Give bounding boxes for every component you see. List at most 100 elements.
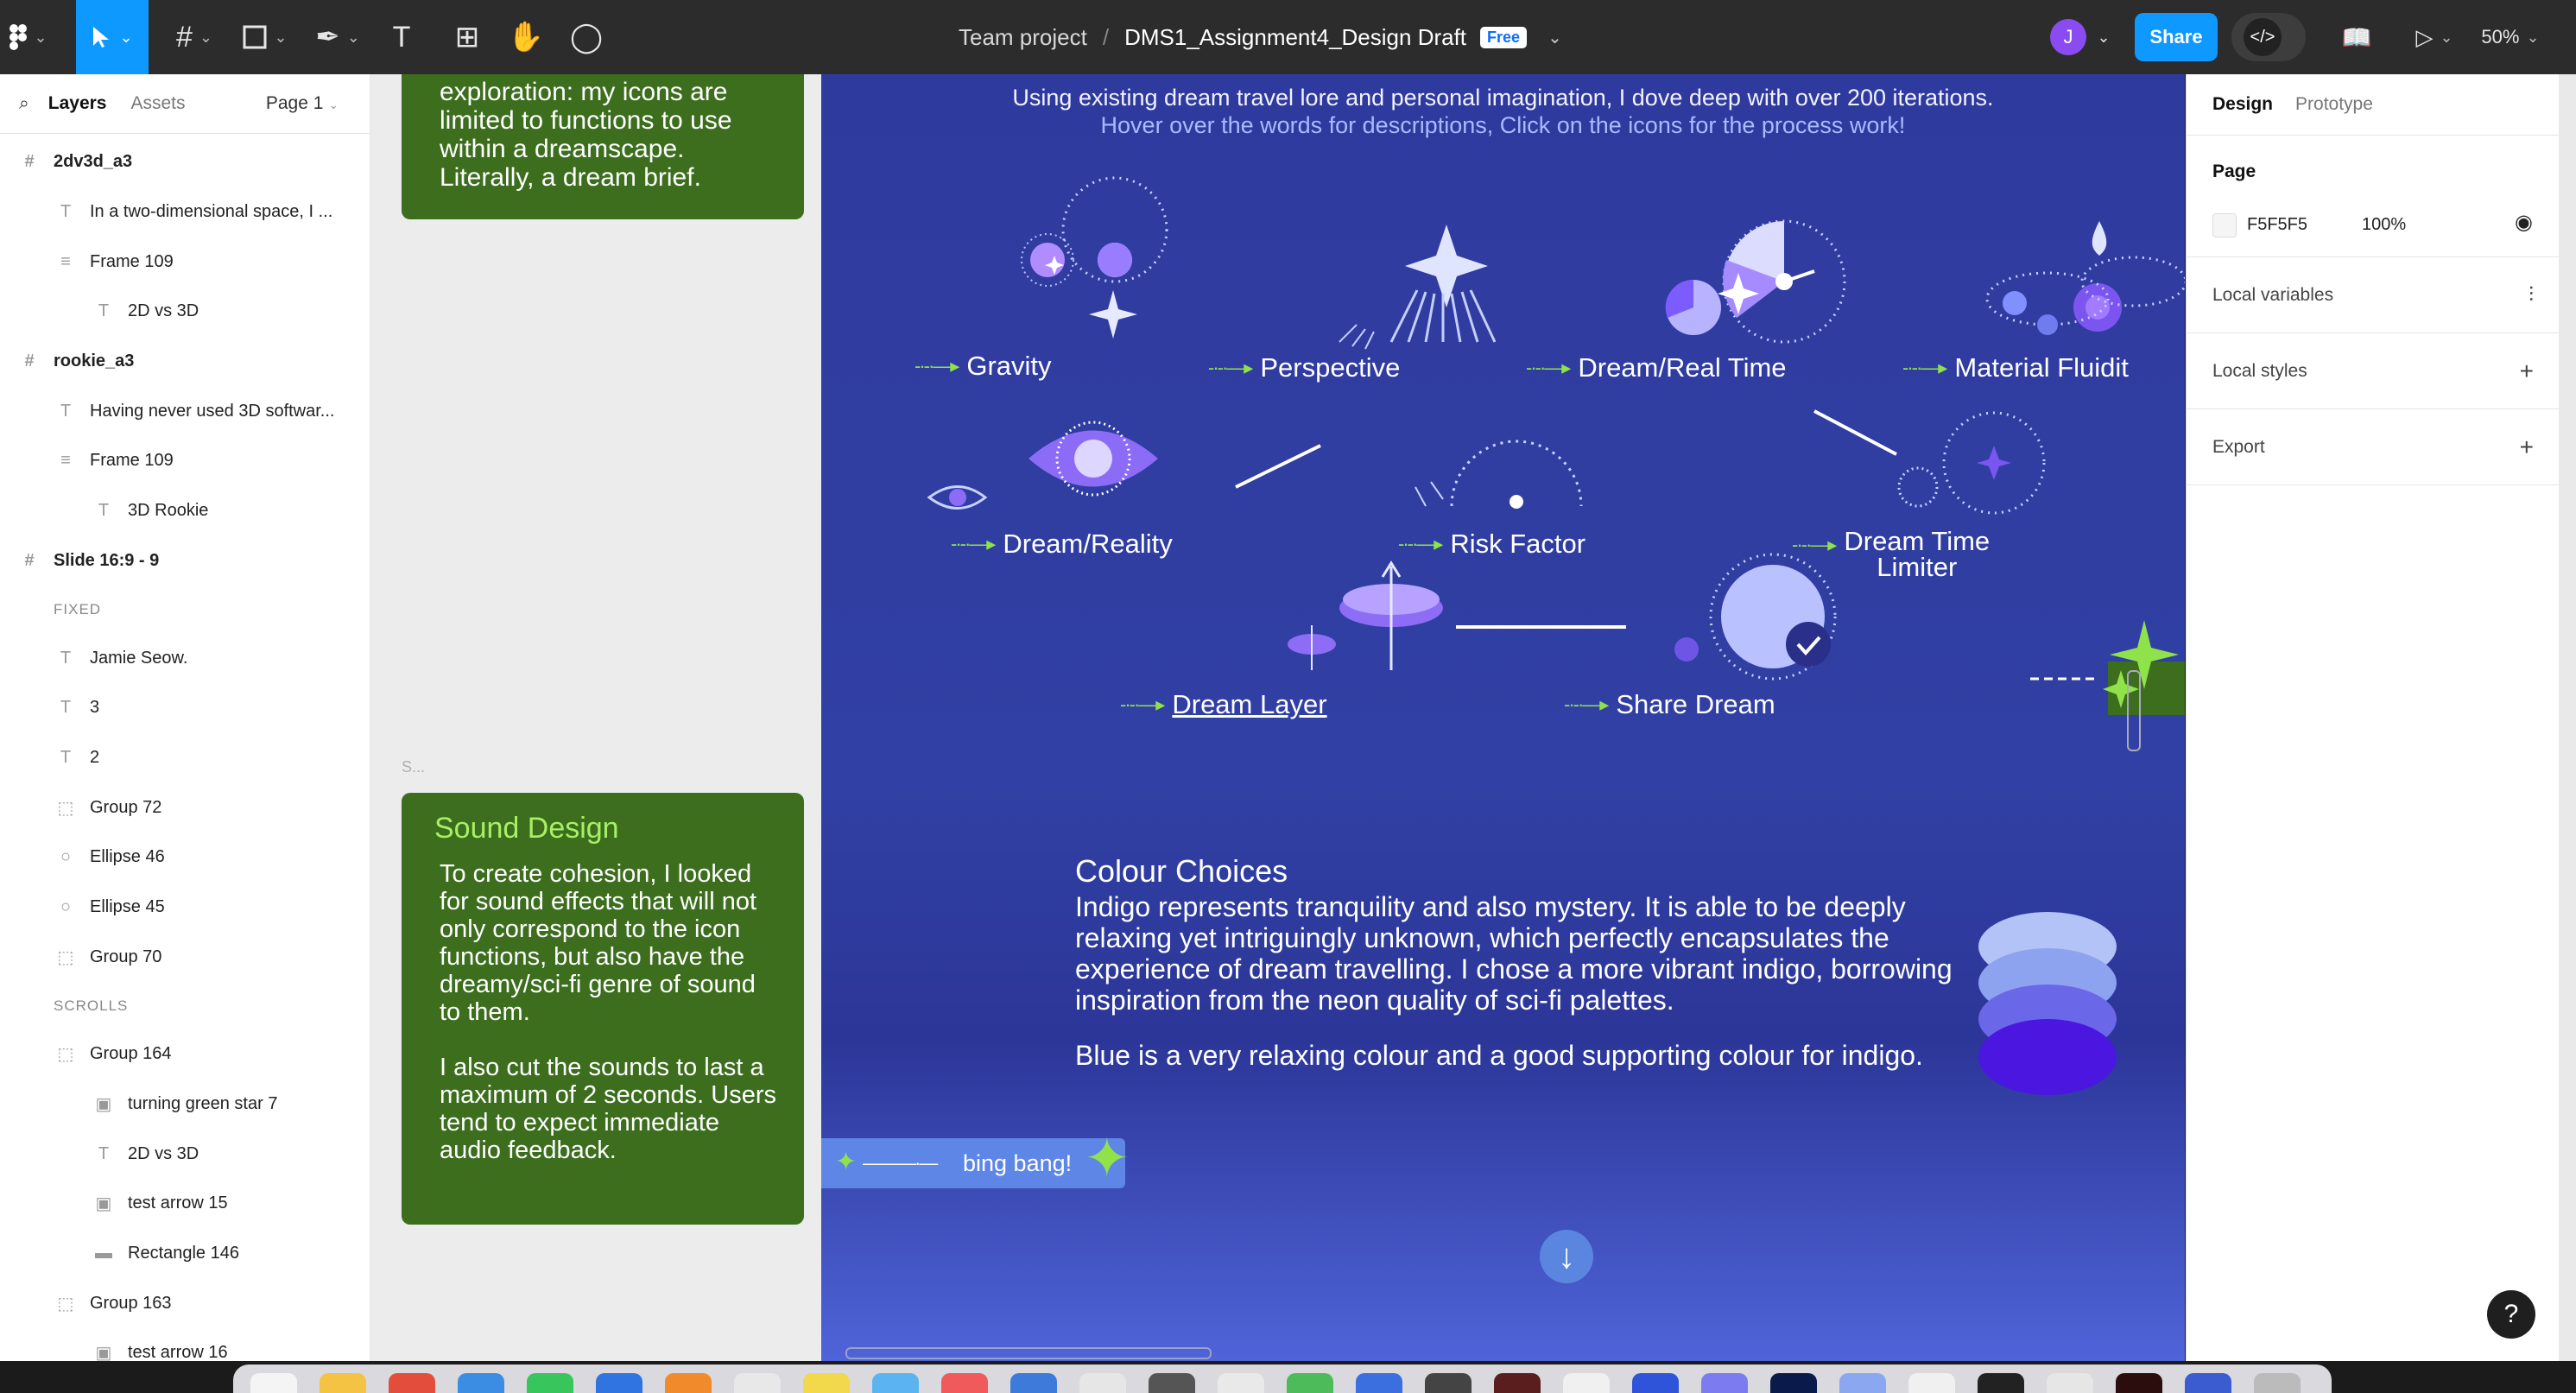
dock-app-icon[interactable] xyxy=(320,1373,366,1393)
dock-app-icon[interactable] xyxy=(1701,1373,1748,1393)
dock-app-icon[interactable] xyxy=(1908,1373,1955,1393)
layer-row[interactable]: T 2D vs 3D xyxy=(0,1129,370,1179)
dock-app-icon[interactable] xyxy=(872,1373,919,1393)
text-tool-button[interactable]: T xyxy=(380,0,423,74)
dock-app-icon[interactable] xyxy=(1079,1373,1126,1393)
layer-row[interactable]: ⬚ Group 163 xyxy=(0,1278,370,1328)
dock-app-icon[interactable] xyxy=(734,1373,781,1393)
dream-reality-icon[interactable] xyxy=(927,421,1158,510)
tab-design[interactable]: Design xyxy=(2212,94,2273,115)
icon-label-risk-factor[interactable]: -·-·—▸ Risk Factor xyxy=(1398,529,1585,560)
local-styles-row[interactable]: Local styles + xyxy=(2187,333,2560,409)
icon-label-dream-reality[interactable]: -·-·—▸ Dream/Reality xyxy=(951,529,1173,560)
search-icon[interactable]: ⌕ xyxy=(19,93,29,114)
dream-time-limiter-icon[interactable] xyxy=(1897,411,2046,515)
pen-tool-button[interactable]: ✒ ⌄ xyxy=(307,0,368,74)
dock-app-icon[interactable] xyxy=(1770,1373,1817,1393)
dock-app-icon[interactable] xyxy=(2047,1373,2093,1393)
dock-app-icon[interactable] xyxy=(803,1373,850,1393)
dream-layer-icon[interactable] xyxy=(1288,560,1443,670)
dock-app-icon[interactable] xyxy=(1494,1373,1541,1393)
icon-label-material-fluidity[interactable]: -·-·—▸ Material Fluidit xyxy=(1902,352,2129,383)
icon-label-perspective[interactable]: -·-·—▸ Perspective xyxy=(1208,352,1400,383)
dock-app-icon[interactable] xyxy=(1218,1373,1264,1393)
layer-row[interactable]: ▣ turning green star 7 xyxy=(0,1080,370,1130)
sound-design-card[interactable]: Sound Design To create cohesion, I looke… xyxy=(402,793,804,1225)
layer-row[interactable]: T Jamie Seow. xyxy=(0,633,370,683)
dock-app-icon[interactable] xyxy=(596,1373,642,1393)
local-variables-row[interactable]: Local variables ⫶ xyxy=(2187,257,2560,333)
dock-app-icon[interactable] xyxy=(2254,1373,2301,1393)
layer-row[interactable]: ⬚ Group 164 xyxy=(0,1029,370,1080)
layer-row[interactable]: ○ Ellipse 46 xyxy=(0,833,370,883)
frame-tool-button[interactable]: # ⌄ xyxy=(164,0,225,74)
dock-app-icon[interactable] xyxy=(1978,1373,2024,1393)
dock-app-icon[interactable] xyxy=(1563,1373,1610,1393)
dock-app-icon[interactable] xyxy=(527,1373,573,1393)
dock-app-icon[interactable] xyxy=(1425,1373,1472,1393)
layer-row[interactable]: ○ Ellipse 45 xyxy=(0,883,370,933)
sliders-icon[interactable]: ⫶ xyxy=(2529,283,2534,307)
layer-row[interactable]: ▣ test arrow 15 xyxy=(0,1179,370,1229)
library-button[interactable]: 📖 xyxy=(2335,0,2378,74)
canvas[interactable]: exploration: my icons are limited to fun… xyxy=(370,74,2185,1361)
layer-row[interactable]: T3 xyxy=(0,683,370,733)
dock-app-icon[interactable] xyxy=(250,1373,297,1393)
dock-app-icon[interactable] xyxy=(1632,1373,1679,1393)
export-row[interactable]: Export + xyxy=(2187,409,2560,485)
icon-label-gravity[interactable]: -·-·—▸ Gravity xyxy=(915,351,1052,382)
layer-row[interactable]: T 3D Rookie xyxy=(0,486,370,536)
dock-app-icon[interactable] xyxy=(2116,1373,2162,1393)
gravity-icon[interactable] xyxy=(1021,176,1168,339)
material-fluidity-icon[interactable] xyxy=(1985,221,2185,335)
layer-row[interactable]: ≡ Frame 109 xyxy=(0,237,370,287)
dock-app-icon[interactable] xyxy=(458,1373,504,1393)
dock-app-icon[interactable] xyxy=(1287,1373,1333,1393)
layer-row[interactable]: ⬚ Group 72 xyxy=(0,782,370,833)
layer-row[interactable]: T In a two-dimensional space, I ... xyxy=(0,187,370,237)
tab-layers[interactable]: Layers xyxy=(48,93,107,114)
dock-app-icon[interactable] xyxy=(941,1373,988,1393)
risk-factor-icon[interactable] xyxy=(1415,440,1583,509)
shape-tool-button[interactable]: ⌄ xyxy=(235,0,295,74)
comment-tool-button[interactable]: ◯ xyxy=(565,0,608,74)
main-menu-button[interactable]: ⌄ xyxy=(0,0,57,74)
scroll-down-button[interactable]: ↓ xyxy=(1540,1230,1593,1283)
layer-row[interactable]: T 2D vs 3D xyxy=(0,287,370,337)
dev-mode-toggle[interactable]: </> xyxy=(2231,13,2306,61)
page-opacity[interactable]: 100% xyxy=(2362,215,2406,235)
perspective-icon[interactable] xyxy=(1339,225,1497,350)
layer-row[interactable]: # rookie_a3 xyxy=(0,337,370,387)
layer-row[interactable]: #2dv3d_a3 xyxy=(0,137,370,187)
bing-bang-pill[interactable]: ✦ ———·— bing bang! ✦ xyxy=(821,1127,1130,1189)
layer-row[interactable]: ▣ test arrow 16 xyxy=(0,1328,370,1361)
text-card-top[interactable]: exploration: my icons are limited to fun… xyxy=(402,74,804,219)
icon-label-dream-real-time[interactable]: -·-·—▸ Dream/Real Time xyxy=(1526,352,1787,383)
plus-icon[interactable]: + xyxy=(2520,358,2534,385)
page-selector[interactable]: Page 1 ⌄ xyxy=(266,93,339,114)
horizontal-scrollbar[interactable] xyxy=(845,1347,1212,1359)
share-button[interactable]: Share xyxy=(2135,13,2218,61)
icon-label-share-dream[interactable]: -·-·—▸ Share Dream xyxy=(1564,689,1775,720)
team-link[interactable]: Team project xyxy=(959,24,1087,51)
tab-prototype[interactable]: Prototype xyxy=(2295,94,2373,115)
plus-icon[interactable]: + xyxy=(2520,434,2534,461)
layer-row[interactable]: ⬚ Group 70 xyxy=(0,932,370,982)
layer-row[interactable]: # Slide 16:9 - 9 xyxy=(0,536,370,586)
hand-tool-button[interactable]: ✋ xyxy=(504,0,547,74)
page-color-swatch[interactable] xyxy=(2212,213,2237,237)
tab-assets[interactable]: Assets xyxy=(130,93,185,114)
icon-label-dream-time-limiter[interactable]: -·-·—▸ Dream Time Limiter xyxy=(1792,528,1990,580)
layer-row[interactable]: T Having never used 3D softwar... xyxy=(0,386,370,436)
dock-app-icon[interactable] xyxy=(1010,1373,1057,1393)
layer-row[interactable]: ≡ Frame 109 xyxy=(0,436,370,486)
layer-row[interactable]: T2 xyxy=(0,733,370,783)
slide-frame[interactable]: Using existing dream travel lore and per… xyxy=(821,74,2185,1361)
help-button[interactable]: ? xyxy=(2487,1290,2535,1339)
page-color-hex[interactable]: F5F5F5 xyxy=(2247,215,2307,235)
eye-icon[interactable]: ◉ xyxy=(2515,210,2533,235)
move-tool-button[interactable]: ⌄ xyxy=(76,0,149,74)
resources-button[interactable]: ⊞ xyxy=(446,0,489,74)
dock-app-icon[interactable] xyxy=(665,1373,712,1393)
dock-app-icon[interactable] xyxy=(1356,1373,1402,1393)
